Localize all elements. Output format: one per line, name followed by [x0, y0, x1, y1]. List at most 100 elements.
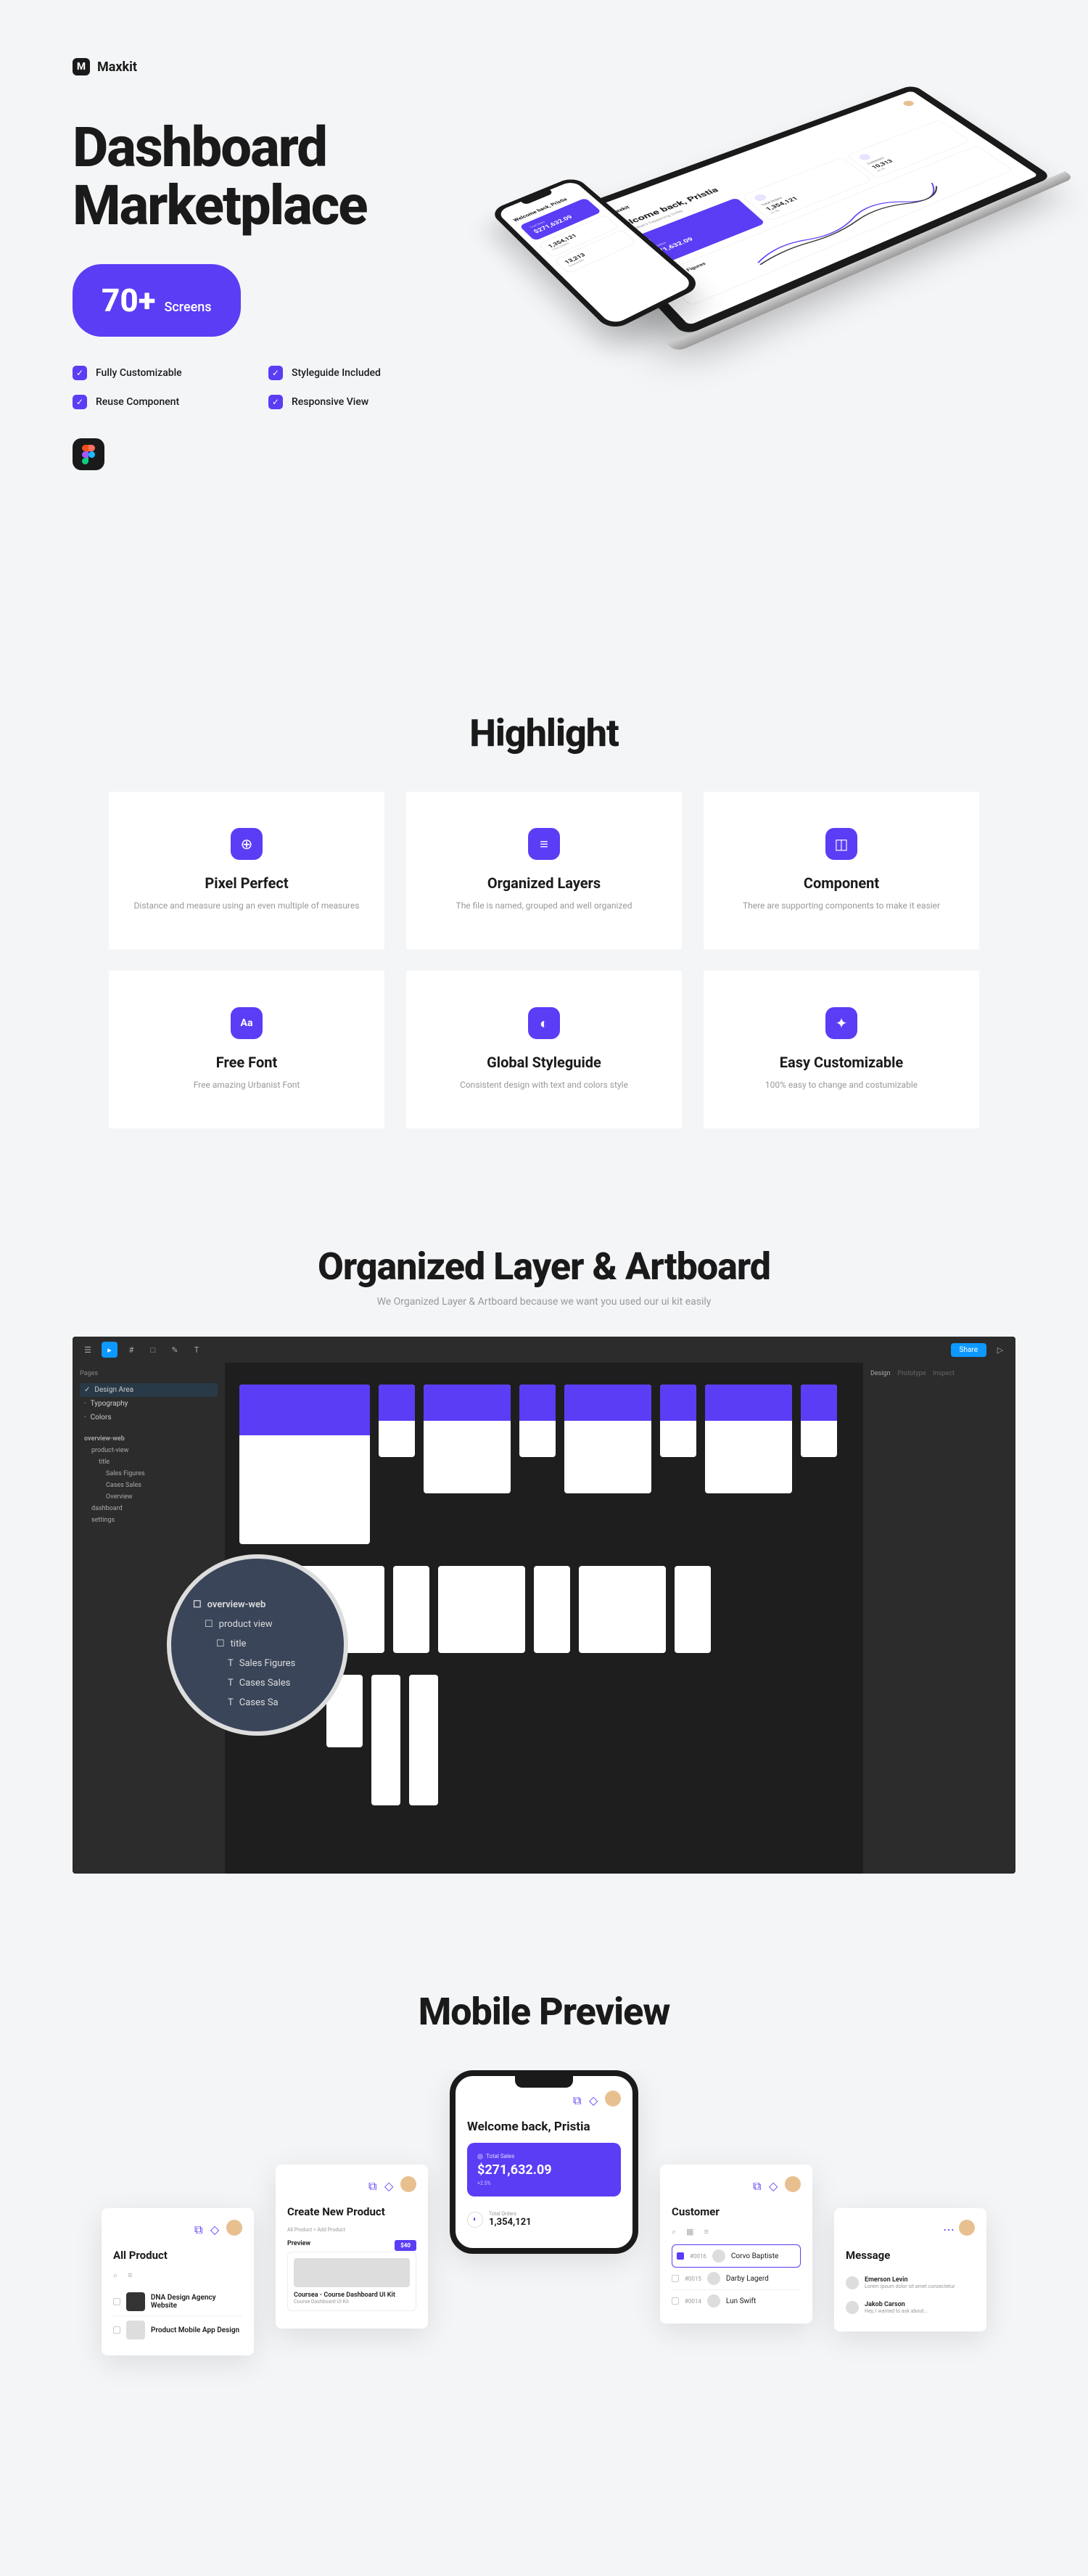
mobile-row: ⧉ ◇ All Product ⌕ ≡ DNA Design Agency Webs… — [0, 2070, 1088, 2448]
figma-right-panel: Design Prototype Inspect — [863, 1363, 1015, 1874]
layer-item: Sales Figures — [80, 1468, 218, 1480]
organized-subtitle: We Organized Layer & Artboard because we… — [73, 1296, 1015, 1308]
zoom-item: ☐ title — [193, 1634, 322, 1654]
card-desc: Distance and measure using an even multi… — [131, 899, 363, 913]
layer-item: title — [80, 1456, 218, 1468]
cart-icon: ◇ — [769, 2179, 779, 2189]
page-item: · Colors — [80, 1411, 218, 1424]
logo-mark: M — [73, 58, 90, 75]
page-item: · Typography — [80, 1397, 218, 1411]
screen-title: All Product — [113, 2249, 242, 2262]
screens-count: 70+ — [102, 282, 156, 319]
screen-title: Create New Product — [287, 2205, 416, 2218]
total-sales-card: Total Sales $271,632.09 +2.5% — [467, 2143, 621, 2196]
highlight-section: Highlight ⊕ Pixel Perfect Distance and m… — [0, 653, 1088, 1186]
share-button: Share — [951, 1343, 986, 1357]
highlight-card: ◫ Component There are supporting compone… — [704, 792, 979, 949]
title-line2: Marketplace — [73, 173, 367, 238]
figma-topbar: ☰ ▸ # □ ✎ T Share ▷ — [73, 1337, 1015, 1363]
customize-icon: ✦ — [825, 1007, 857, 1039]
artboard — [371, 1675, 400, 1805]
artboard — [379, 1385, 415, 1457]
layer-item: settings — [80, 1514, 218, 1526]
card-desc: Free amazing Urbanist Font — [131, 1078, 363, 1092]
feature-item: ✓ Responsive View — [268, 395, 435, 409]
shape-tool-icon: □ — [145, 1342, 161, 1358]
product-row: Product Mobile App Design — [113, 2316, 242, 2344]
highlight-card: Aa Free Font Free amazing Urbanist Font — [109, 971, 384, 1128]
highlight-card: ◐ Global Styleguide Consistent design wi… — [406, 971, 682, 1128]
product-row: DNA Design Agency Website — [113, 2288, 242, 2316]
mobile-section: Mobile Preview ⧉ ◇ All Product ⌕ ≡ DNA Des… — [0, 1932, 1088, 2448]
play-icon: ▷ — [992, 1342, 1008, 1358]
mobile-title: Mobile Preview — [0, 1990, 1088, 2034]
artboard — [579, 1566, 666, 1653]
page-item: ✓ Design Area — [80, 1383, 218, 1397]
highlight-card: ⊕ Pixel Perfect Distance and measure usi… — [109, 792, 384, 949]
artboard — [409, 1675, 438, 1805]
message-row: Emerson Levin Lorem ipsum dolor sit amet… — [846, 2271, 975, 2295]
phone-customers: ⧉◇ Customer ⌕▦≡ #0016 Corvo Baptiste #00… — [660, 2165, 812, 2323]
orders-icon: ◐ — [467, 2212, 483, 2228]
grid-icon: ▦ — [686, 2227, 693, 2237]
preview-label: Preview — [287, 2240, 310, 2247]
message-row: Jakob Carson Hey, I wanted to ask about.… — [846, 2295, 975, 2320]
customer-row: #0015 Darby Lagerd — [672, 2268, 801, 2290]
notification-icon: ⧉ — [194, 2223, 205, 2233]
features-grid: ✓ Fully Customizable ✓ Styleguide Includ… — [73, 366, 1015, 409]
card-title: Pixel Perfect — [131, 874, 363, 892]
pen-tool-icon: ✎ — [167, 1342, 183, 1358]
highlight-card: ✦ Easy Customizable 100% easy to change … — [704, 971, 979, 1128]
screen-title: Message — [846, 2249, 975, 2262]
dots-icon: ⋯ — [943, 2223, 953, 2233]
figma-menu-icon: ☰ — [80, 1342, 96, 1358]
pixel-perfect-icon: ⊕ — [231, 828, 263, 860]
card-title: Free Font — [131, 1054, 363, 1071]
cart-icon: ◇ — [210, 2223, 221, 2233]
breadcrumb: All Product > Add Product — [287, 2227, 416, 2233]
artboard — [705, 1385, 792, 1493]
avatar — [902, 99, 916, 107]
cart-icon: ◇ — [384, 2179, 395, 2189]
screens-badge: 70+ Screens — [73, 264, 241, 337]
highlight-title: Highlight — [73, 711, 1015, 755]
zoom-item: T Cases Sa — [193, 1693, 322, 1712]
layers-icon: ≡ — [528, 828, 560, 860]
card-desc: The file is named, grouped and well orga… — [428, 899, 660, 913]
artboard — [393, 1566, 429, 1653]
pages-label: Pages — [80, 1370, 218, 1377]
laptop-mockup: ◆Maxkit Welcome back, Pristia Here's wha… — [568, 84, 1082, 363]
feature-text: Responsive View — [292, 396, 368, 408]
highlight-card: ≡ Organized Layers The file is named, gr… — [406, 792, 682, 949]
card-title: Easy Customizable — [725, 1054, 957, 1071]
layer-item: overview-web — [80, 1433, 218, 1445]
zoom-item: T Cases Sales — [193, 1673, 322, 1693]
logo-text: Maxkit — [97, 60, 137, 75]
card-title: Organized Layers — [428, 874, 660, 892]
product-card: Coursea - Course Dashboard UI Kit Course… — [287, 2252, 416, 2311]
title-line1: Dashboard — [73, 115, 326, 180]
card-desc: Consistent design with text and colors s… — [428, 1078, 660, 1092]
layer-item: Overview — [80, 1491, 218, 1503]
artboard — [564, 1385, 651, 1493]
card-title: Global Styleguide — [428, 1054, 660, 1071]
check-icon: ✓ — [73, 395, 87, 409]
figma-preview: ☰ ▸ # □ ✎ T Share ▷ Pages ✓ Design Area … — [73, 1337, 1015, 1874]
artboard — [675, 1566, 711, 1653]
cart-icon: ◇ — [589, 2093, 599, 2104]
feature-text: Fully Customizable — [96, 367, 182, 379]
zoom-lens: ☐ overview-web ☐ product view ☐ title T … — [167, 1554, 348, 1736]
avatar — [400, 2176, 416, 2192]
search-icon: ⌕ — [113, 2271, 118, 2281]
check-icon: ✓ — [73, 366, 87, 380]
check-icon: ✓ — [268, 395, 283, 409]
component-icon: ◫ — [825, 828, 857, 860]
avatar — [226, 2220, 242, 2236]
avatar — [959, 2220, 975, 2236]
organized-section: Organized Layer & Artboard We Organized … — [0, 1186, 1088, 1932]
artboard — [424, 1385, 511, 1493]
tab: Inspect — [933, 1370, 955, 1377]
price-badge: $40 — [395, 2240, 416, 2251]
notification-icon: ⧉ — [753, 2179, 763, 2189]
filter-icon: ≡ — [128, 2271, 132, 2281]
